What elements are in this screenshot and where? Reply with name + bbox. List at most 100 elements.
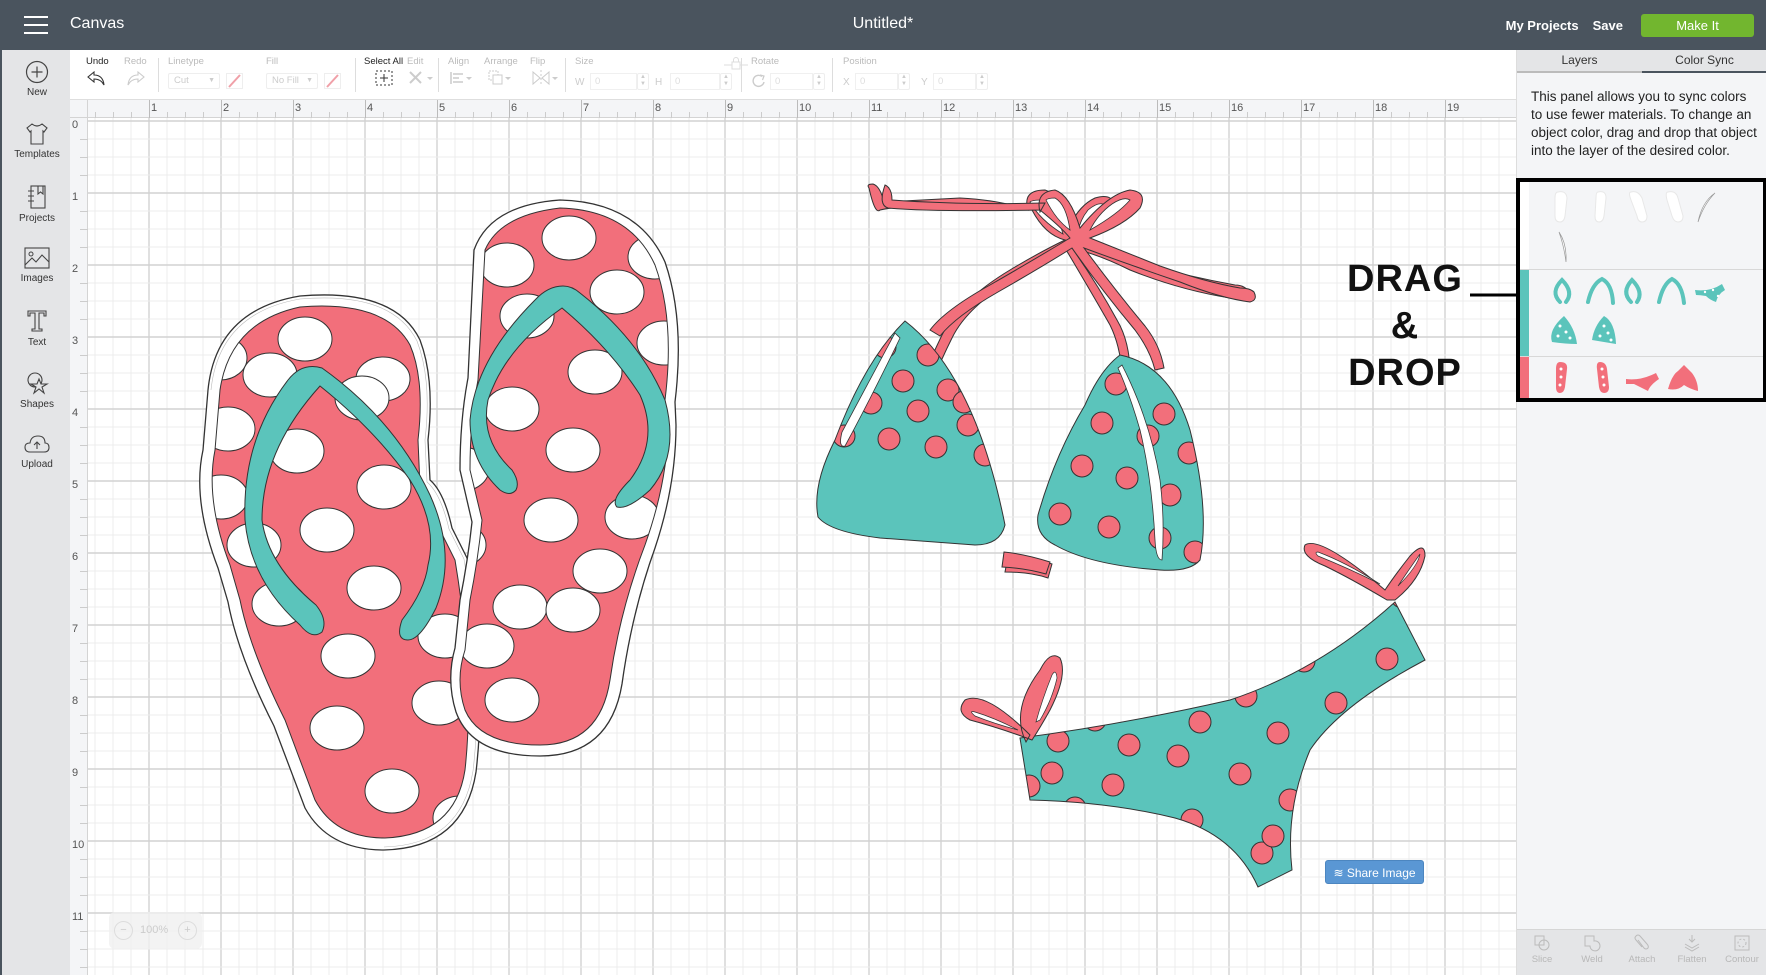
slice-icon xyxy=(1534,935,1550,951)
linetype-color-swatch[interactable] xyxy=(226,73,243,89)
sidebar-item-label: Projects xyxy=(18,213,56,224)
edit-scissors-icon xyxy=(409,71,433,84)
share-image-label: Share Image xyxy=(1346,866,1416,880)
zoom-level: 100% xyxy=(140,924,169,936)
contour-button[interactable]: Contour xyxy=(1717,934,1766,965)
layer-item-bikini-bottom[interactable] xyxy=(1626,373,1659,391)
slice-label: Slice xyxy=(1531,954,1553,965)
document-title[interactable]: Untitled* xyxy=(853,15,913,32)
layer-item-bikini-top[interactable] xyxy=(1668,365,1698,391)
slice-button[interactable]: Slice xyxy=(1517,934,1567,965)
width-input[interactable]: 0 xyxy=(590,73,637,90)
sidebar-item-projects[interactable]: Projects xyxy=(2,184,72,224)
weld-icon xyxy=(1584,935,1601,952)
image-icon xyxy=(24,247,50,269)
color-group-items xyxy=(1556,362,1698,393)
lock-aspect-icon[interactable] xyxy=(723,57,749,71)
notebook-icon xyxy=(28,185,46,209)
layer-item-strap-sliver[interactable] xyxy=(1697,192,1716,223)
tab-color-sync[interactable]: Color Sync xyxy=(1642,50,1766,73)
paperclip-icon xyxy=(1634,934,1649,950)
menu-hamburger-icon[interactable] xyxy=(24,16,48,34)
arrange-button[interactable]: Arrange xyxy=(484,56,518,92)
sidebar-item-new[interactable]: New xyxy=(2,60,72,98)
color-sync-groups xyxy=(1516,178,1766,402)
sidebar-item-images[interactable]: Images xyxy=(2,246,72,284)
toolbar-divider xyxy=(741,58,742,92)
contour-icon xyxy=(1734,935,1750,951)
undo-button[interactable]: Undo xyxy=(86,56,109,92)
height-input[interactable]: 0 xyxy=(670,73,720,90)
sidebar-item-text[interactable]: Text xyxy=(2,308,72,348)
plus-circle-icon xyxy=(25,60,49,84)
layer-item-sole[interactable] xyxy=(1594,191,1607,223)
select-all-button[interactable]: Select All xyxy=(364,56,403,87)
sidebar-item-shapes[interactable]: Shapes xyxy=(2,370,72,410)
bikini-top-string[interactable] xyxy=(867,183,1251,393)
edit-button[interactable]: Edit xyxy=(407,56,435,92)
color-group-items xyxy=(1554,191,1716,263)
sidebar-item-label: Shapes xyxy=(20,399,54,410)
sidebar-item-label: Images xyxy=(20,273,54,284)
layer-item-strap[interactable] xyxy=(1553,277,1572,304)
sidebar-item-upload[interactable]: Upload xyxy=(2,432,72,470)
zoom-out-button[interactable]: − xyxy=(114,921,133,940)
sidebar-item-label: Templates xyxy=(14,149,60,160)
fill-value: No Fill xyxy=(272,75,299,86)
app-title: Canvas xyxy=(70,15,125,32)
flip-button[interactable]: Flip xyxy=(530,56,560,92)
flatten-label: Flatten xyxy=(1677,954,1707,965)
top-bar: Canvas Untitled* My Projects Save Make I… xyxy=(0,0,1766,50)
position-label: Position xyxy=(843,56,877,67)
position-y-stepper[interactable]: ▲ ▼ xyxy=(976,73,988,90)
make-it-button[interactable]: Make It xyxy=(1641,14,1754,37)
rotate-stepper[interactable]: ▲ ▼ xyxy=(813,73,825,90)
width-stepper[interactable]: ▲ ▼ xyxy=(637,73,649,90)
color-group-coral[interactable] xyxy=(1520,357,1763,398)
arrange-icon xyxy=(488,70,511,85)
save-button[interactable]: Save xyxy=(1593,18,1623,33)
weld-button[interactable]: Weld xyxy=(1567,934,1617,965)
layer-item-strap-sliver[interactable] xyxy=(1558,231,1567,263)
layer-item-sole[interactable] xyxy=(1629,191,1648,223)
fill-color-swatch[interactable] xyxy=(324,73,341,89)
attach-button[interactable]: Attach xyxy=(1617,934,1667,965)
edit-label: Edit xyxy=(407,56,424,67)
left-sidebar: New Templates Projects Images Text Shape… xyxy=(0,50,70,975)
redo-label: Redo xyxy=(124,56,147,67)
flatten-button[interactable]: Flatten xyxy=(1667,934,1717,965)
redo-button[interactable]: Redo xyxy=(124,56,147,92)
layer-item-strap[interactable] xyxy=(1657,276,1686,305)
color-swatch-white xyxy=(1520,182,1529,269)
linetype-dropdown[interactable]: Cut ▼ xyxy=(168,73,220,89)
my-projects-link[interactable]: My Projects xyxy=(1506,18,1579,33)
layer-item-sole[interactable] xyxy=(1554,191,1568,223)
annotation-line-2: & DROP xyxy=(1348,305,1462,394)
share-image-button[interactable]: ≋ Share Image xyxy=(1325,860,1424,884)
select-all-icon xyxy=(375,70,393,86)
sidebar-item-templates[interactable]: Templates xyxy=(2,122,72,160)
align-button[interactable]: Align xyxy=(448,56,474,92)
tab-layers[interactable]: Layers xyxy=(1517,50,1642,73)
layer-item-strap[interactable] xyxy=(1624,277,1642,304)
position-x-input[interactable]: 0 xyxy=(855,73,898,90)
toolbar-divider xyxy=(355,58,356,92)
color-swatch-teal xyxy=(1520,270,1529,356)
layer-item-bikini-bottom[interactable] xyxy=(1695,284,1725,302)
color-group-white[interactable] xyxy=(1520,182,1763,270)
color-sync-description: This panel allows you to sync colors to … xyxy=(1531,89,1757,158)
layer-item-sole[interactable] xyxy=(1665,191,1684,223)
zoom-in-button[interactable]: + xyxy=(178,921,197,940)
design-canvas[interactable]: 1 2 3 4 5 6 7 8 9 10 11 12 13 14 15 16 17 18 19 0123456789… xyxy=(70,100,1516,975)
layer-item-bikini-cup[interactable] xyxy=(1551,316,1577,344)
position-x-stepper[interactable]: ▲ ▼ xyxy=(898,73,910,90)
attach-label: Attach xyxy=(1628,954,1656,965)
undo-label: Undo xyxy=(86,56,109,67)
height-stepper[interactable]: ▲ ▼ xyxy=(720,73,732,90)
rotate-input[interactable]: 0 xyxy=(770,73,813,90)
fill-dropdown[interactable]: No Fill ▼ xyxy=(266,73,318,89)
layer-item-strap[interactable] xyxy=(1586,276,1615,305)
color-group-teal[interactable] xyxy=(1520,270,1763,357)
flip-flop-left-sole[interactable] xyxy=(193,290,490,850)
position-y-input[interactable]: 0 xyxy=(933,73,976,90)
